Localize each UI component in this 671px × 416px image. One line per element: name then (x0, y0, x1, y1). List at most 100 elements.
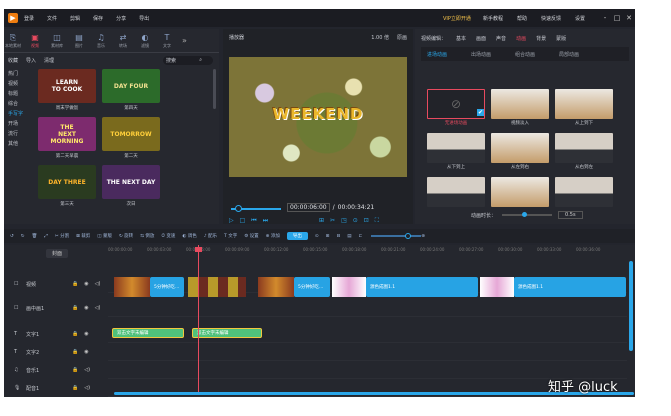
timeline-view-icon[interactable]: ⊏ (358, 234, 362, 239)
preview-tool-icon[interactable]: ⊞ (319, 217, 324, 225)
toolbar-item[interactable]: ⚙ 设置 (244, 233, 258, 239)
animation-subtab[interactable]: 出场动画 (465, 51, 491, 58)
category-item[interactable]: 流行 (8, 129, 34, 139)
playhead[interactable] (195, 245, 202, 395)
resource-tab-6[interactable]: ◐ 滤镜 (136, 30, 154, 52)
category-item[interactable]: 视频 (8, 79, 34, 89)
lock-icon[interactable]: 🔒 (72, 281, 78, 287)
current-time[interactable]: 00:00:06:00 (287, 203, 330, 212)
animation-subtab[interactable]: 进场动画 (421, 51, 447, 58)
lock-icon[interactable]: 🔒 (72, 385, 78, 391)
toolbar-item[interactable]: ↺ (10, 234, 14, 239)
lock-icon[interactable]: 🔒 (72, 349, 78, 355)
timeline-view-icon[interactable]: ⊟ (336, 234, 340, 239)
thumbnail-tile[interactable]: DAY FOUR 第四天 (102, 69, 160, 111)
category-item[interactable]: 开场 (8, 119, 34, 129)
animation-option[interactable]: 从下到上 (427, 133, 485, 173)
category-item[interactable]: 其他 (8, 139, 34, 149)
animation-preview[interactable] (555, 177, 613, 207)
thumbnail-image[interactable]: LEARN TO COOK (38, 69, 96, 103)
playback-handle[interactable] (235, 205, 242, 212)
resource-scrollbar[interactable] (213, 69, 216, 109)
edit-tab[interactable]: 蒙版 (556, 35, 566, 42)
duration-value[interactable]: 0.5s (558, 211, 583, 219)
animation-option[interactable]: 视频淡入 (491, 89, 549, 129)
mute-icon[interactable]: ◁) (84, 385, 90, 391)
category-item[interactable]: 综合 (8, 99, 34, 109)
toolbar-item[interactable]: T 文字 (224, 233, 237, 239)
animation-subtab[interactable]: 局部动画 (553, 51, 579, 58)
toolbar-item[interactable]: ↻ (21, 234, 25, 239)
toolbar-item[interactable]: ◐ 调色 (182, 233, 196, 239)
playback-control-icon[interactable]: ⏮ (251, 217, 256, 225)
toolbar-item[interactable]: ↻ 旋转 (119, 233, 133, 239)
animation-preview[interactable] (491, 133, 549, 163)
clean-button[interactable]: 清理 (44, 57, 54, 64)
playback-control-icon[interactable]: ⏭ (263, 217, 268, 225)
lock-icon[interactable]: 🔒 (72, 331, 78, 337)
timeline-view-icon[interactable]: ⊞ (326, 234, 330, 239)
video-clip-thumb[interactable] (258, 277, 294, 297)
animation-option[interactable]: ⊘ ✔ 无进场动画 (427, 89, 485, 129)
thumbnail-tile[interactable]: DAY THREE 第三天 (38, 165, 96, 207)
edit-tab[interactable]: 基本 (456, 35, 466, 42)
lock-icon[interactable]: 🔒 (72, 367, 78, 373)
thumbnail-image[interactable]: THE NEXT MORNING (38, 117, 96, 151)
resource-tab-1[interactable]: ▣ 视频 (26, 30, 44, 52)
animation-option[interactable]: 从右到左 (555, 133, 613, 173)
thumbnail-tile[interactable]: THE NEXT DAY 次日 (102, 165, 160, 207)
visibility-icon[interactable]: ◉ (84, 331, 88, 337)
text-clip[interactable]: 双击文字未编辑 (192, 328, 262, 338)
edit-tab[interactable]: 声音 (496, 35, 506, 42)
preview-tool-icon[interactable]: ⛶ (375, 217, 379, 225)
search-icon[interactable]: ⌕ (199, 57, 202, 63)
resource-tab-3[interactable]: ▤ 图片 (70, 30, 88, 52)
toolbar-item[interactable]: ⊠ 裁剪 (76, 233, 90, 239)
thumbnail-image[interactable]: THE NEXT DAY (102, 165, 160, 199)
edit-tab[interactable]: 画面 (476, 35, 486, 42)
thumbnail-tile[interactable]: THE NEXT MORNING 第二天早晨 (38, 117, 96, 159)
toolbar-item[interactable]: 🗑 (32, 234, 38, 239)
category-item[interactable]: 标题 (8, 89, 34, 99)
mute-icon[interactable]: ◁) (95, 305, 101, 311)
resource-tab-2[interactable]: ◫ 素材库 (48, 30, 66, 52)
zoom-handle[interactable] (405, 233, 412, 239)
toolbar-item[interactable]: ⊕ 添加 (266, 233, 280, 239)
menu-login[interactable]: 登录 (24, 15, 34, 22)
animation-preview[interactable] (427, 133, 485, 163)
mute-icon[interactable]: ◁) (95, 281, 101, 287)
title-clip-thumbs[interactable] (188, 277, 246, 297)
thumbnail-image[interactable]: TOMORROW (102, 117, 160, 151)
toolbar-item[interactable]: ⇆ 倒放 (140, 233, 154, 239)
animation-option[interactable]: 从左到右 (491, 133, 549, 173)
toolbar-item[interactable]: ✂ 分割 (55, 233, 69, 239)
menu-file[interactable]: 文件 (47, 15, 57, 22)
menu-export[interactable]: 导出 (139, 15, 149, 22)
visibility-icon[interactable]: ◉ (84, 281, 88, 287)
settings-link[interactable]: 设置 (575, 15, 585, 22)
help-link[interactable]: 帮助 (517, 15, 527, 22)
time-ruler[interactable]: 00:00:00:00 00:00:03:00 00:00:06:0000:00:0… (108, 247, 635, 261)
resource-tab-5[interactable]: ⇄ 转场 (114, 30, 132, 52)
preview-tool-icon[interactable]: ◳ (341, 217, 347, 225)
edit-tab[interactable]: 背景 (536, 35, 546, 42)
animation-preview[interactable] (555, 133, 613, 163)
chevron-right-icon[interactable]: » (182, 36, 187, 45)
import-button[interactable]: 导入 (26, 57, 36, 64)
image-clip-thumb[interactable] (480, 277, 514, 297)
image-clip[interactable]: 源色成图1.1 (514, 277, 626, 297)
resource-tab-7[interactable]: T 文字 (158, 30, 176, 52)
thumbnail-tile[interactable]: LEARN TO COOK 周末学做饭 (38, 69, 96, 111)
duration-handle[interactable] (522, 212, 528, 217)
mute-icon[interactable]: ◁) (84, 367, 90, 373)
preview-tool-icon[interactable]: ⊙ (353, 217, 358, 225)
zoom-select[interactable]: 1.00 倍 (371, 34, 389, 41)
quality-select[interactable]: 原画 (397, 34, 407, 41)
category-item[interactable]: 热门 (8, 69, 34, 79)
animation-preview[interactable] (555, 89, 613, 119)
maximize-button[interactable]: □ (611, 14, 623, 22)
category-item[interactable]: 手写字 (8, 109, 34, 119)
resource-tab-4[interactable]: ♫ 音乐 (92, 30, 110, 52)
export-button[interactable]: 导出 (286, 232, 308, 240)
animation-option[interactable]: 从上到下 (555, 89, 613, 129)
